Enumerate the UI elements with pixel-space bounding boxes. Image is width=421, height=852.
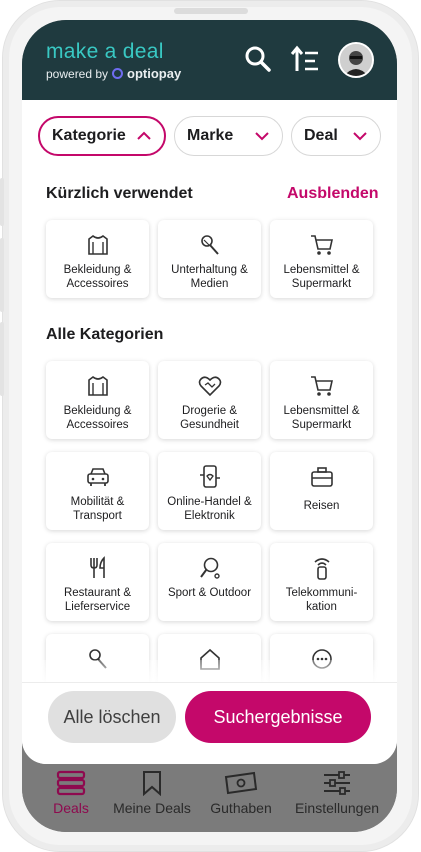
- nav-item-balance[interactable]: Guthaben: [194, 770, 288, 816]
- category-label: Restaurant & Lieferservice: [63, 587, 132, 613]
- racket-icon: [198, 556, 222, 580]
- cash-icon: [224, 771, 258, 795]
- nav-label: Einstellungen: [294, 800, 380, 816]
- bottom-nav: Deals Meine Deals Guthaben Einstellungen: [22, 764, 397, 832]
- nav-label: Meine Deals: [113, 800, 191, 816]
- category-label: Bekleidung & Accessoires: [63, 405, 132, 431]
- action-bar: Alle löschen Suchergebnisse: [22, 682, 397, 764]
- filter-brand[interactable]: Marke: [174, 116, 283, 156]
- category-tile[interactable]: Lebensmittel & Supermarkt: [270, 361, 373, 439]
- powered-by: powered by optiopay: [46, 66, 181, 81]
- nav-item-deals[interactable]: Deals: [24, 770, 118, 816]
- optiopay-logo-icon: [112, 68, 124, 79]
- category-label: Mobilität & Transport: [70, 496, 125, 522]
- brand-title: make a deal: [46, 40, 164, 63]
- car-icon: [86, 465, 110, 489]
- filter-label: Deal: [304, 127, 338, 144]
- filter-category[interactable]: Kategorie: [38, 116, 166, 156]
- cart-icon: [310, 374, 334, 398]
- shirt-icon: [86, 233, 110, 257]
- filter-bar: Kategorie Marke Deal: [22, 116, 397, 156]
- powered-by-label: powered by: [46, 66, 109, 81]
- microphone-icon: [198, 233, 222, 257]
- deals-icon: [56, 770, 86, 796]
- bookmark-icon: [143, 771, 161, 796]
- search-results-button[interactable]: Suchergebnisse: [185, 691, 371, 743]
- category-tile[interactable]: Sport & Outdoor: [158, 543, 261, 621]
- search-icon[interactable]: [243, 44, 273, 74]
- category-label: Online-Handel & Elektronik: [167, 496, 252, 522]
- chevron-down-icon: [255, 132, 269, 141]
- nav-item-my-deals[interactable]: Meine Deals: [105, 770, 199, 816]
- app-header: make a deal powered by optiopay: [22, 20, 397, 100]
- clear-all-button[interactable]: Alle löschen: [48, 691, 176, 743]
- category-label: Telekommuni-kation: [285, 587, 358, 613]
- category-tile[interactable]: Online-Handel & Elektronik: [158, 452, 261, 530]
- suitcase-icon: [310, 465, 334, 489]
- phone-icon: [198, 465, 222, 489]
- shirt-icon: [86, 374, 110, 398]
- category-tile[interactable]: Reisen: [270, 452, 373, 530]
- cutlery-icon: [86, 556, 110, 580]
- chevron-down-icon: [353, 132, 367, 141]
- filter-label: Marke: [187, 127, 234, 144]
- signal-icon: [310, 556, 334, 580]
- category-tile[interactable]: Mobilität & Transport: [46, 452, 149, 530]
- category-tile[interactable]: Telekommuni-kation: [270, 543, 373, 621]
- phone-side-button: [0, 238, 4, 312]
- partner-name: optiopay: [127, 66, 182, 81]
- filter-sheet: Kategorie Marke Deal Kürzlich verwendet …: [22, 100, 397, 764]
- category-label: Drogerie & Gesundheit: [180, 405, 239, 431]
- category-tile[interactable]: Unterhaltung & Medien: [158, 220, 261, 298]
- category-label: Unterhaltung & Medien: [171, 264, 248, 290]
- phone-side-button: [0, 322, 4, 396]
- heart-icon: [198, 374, 222, 398]
- hide-recent-link[interactable]: Ausblenden: [287, 185, 379, 203]
- chevron-up-icon: [137, 131, 151, 140]
- scroll-fade: [22, 660, 397, 684]
- category-tile[interactable]: Restaurant & Lieferservice: [46, 543, 149, 621]
- phone-speaker: [174, 8, 248, 14]
- app-screen: make a deal powered by optiopay Kategori…: [22, 20, 397, 832]
- nav-item-settings[interactable]: Einstellungen: [290, 770, 384, 816]
- category-label: Lebensmittel & Supermarkt: [283, 264, 360, 290]
- sort-icon[interactable]: [290, 44, 320, 74]
- category-label: Bekleidung & Accessoires: [63, 264, 132, 290]
- cart-icon: [310, 233, 334, 257]
- category-tile[interactable]: Drogerie & Gesundheit: [158, 361, 261, 439]
- category-tile[interactable]: Bekleidung & Accessoires: [46, 220, 149, 298]
- nav-label: Deals: [53, 800, 89, 816]
- sliders-icon: [324, 771, 350, 795]
- filter-label: Kategorie: [52, 127, 126, 144]
- category-label: Sport & Outdoor: [167, 587, 252, 599]
- avatar[interactable]: [338, 42, 374, 78]
- nav-label: Guthaben: [210, 800, 272, 816]
- category-label: Lebensmittel & Supermarkt: [283, 405, 360, 431]
- category-label: Reisen: [303, 500, 340, 512]
- all-section-title: Alle Kategorien: [46, 326, 164, 343]
- category-tile[interactable]: Bekleidung & Accessoires: [46, 361, 149, 439]
- recent-section-title: Kürzlich verwendet: [46, 185, 193, 202]
- category-tile[interactable]: Lebensmittel & Supermarkt: [270, 220, 373, 298]
- phone-side-button: [0, 178, 4, 226]
- filter-deal[interactable]: Deal: [291, 116, 381, 156]
